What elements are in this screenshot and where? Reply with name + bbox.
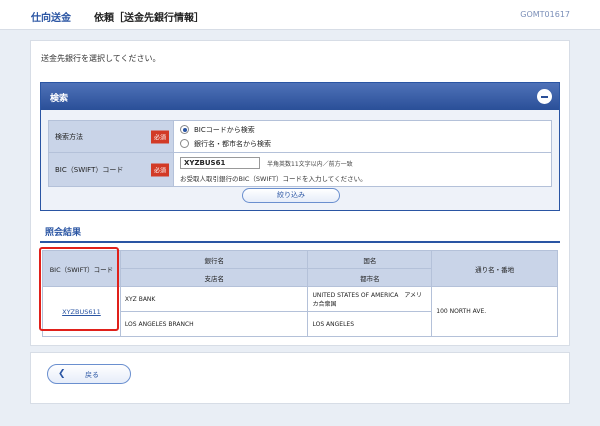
table-row: XYZBUS611 XYZ BANK UNITED STATES OF AMER… [42,286,558,337]
collapse-icon[interactable] [537,89,552,104]
screen-code: GOMT01617 [520,10,570,19]
radio-unselected-icon[interactable] [180,139,189,148]
search-title: 検索 [50,94,69,104]
page-header: 仕向送金 依頼［送金先銀行情報］ GOMT01617 [0,0,600,30]
cell-city: LOS ANGELES [307,311,433,337]
section-title: 仕向送金 [31,13,71,24]
chevron-left-icon: ❮ [58,369,66,379]
back-button-label: 戻る [85,371,99,379]
search-form: 検索方法 必須 BICコードから検索 銀行名・都市名から検索 BIC（SWIFT… [48,120,552,187]
required-badge: 必須 [150,130,169,143]
bic-code-input[interactable]: XYZBUS61 [180,157,260,169]
cell-bank-name: XYZ BANK [119,286,309,312]
results-title: 照会結果 [45,228,82,238]
radio-bank-city-search[interactable]: 銀行名・都市名から検索 [180,137,545,151]
required-badge: 必須 [150,163,169,176]
highlight-box [39,247,119,331]
bic-input-note: お受取人取引銀行のBIC（SWIFT）コードを入力してください。 [180,175,367,183]
back-button[interactable]: ❮ 戻る [47,364,131,384]
cell-country: UNITED STATES OF AMERICA アメリカ合衆国 [307,286,433,312]
narrow-down-button[interactable]: 絞り込み [242,188,340,203]
col-header-branch-name: 支店名 [119,268,309,287]
instruction-text: 送金先銀行を選択してください。 [41,54,161,63]
col-header-street: 通り名・番地 [431,250,558,287]
bic-input-hint: 半角英数11文字以内／前方一致 [267,160,353,168]
radio-selected-icon[interactable] [180,125,189,134]
col-header-city: 都市名 [307,268,433,287]
search-method-label: 検索方法 必須 [48,120,174,153]
radio-bic-search[interactable]: BICコードから検索 [180,123,545,137]
bottom-panel: ❮ 戻る [30,352,570,404]
col-header-country: 国名 [307,250,433,269]
cell-street: 100 NORTH AVE. [431,286,558,337]
col-header-bank-name: 銀行名 [119,250,309,269]
results-table: BIC（SWIFT）コード 銀行名 国名 通り名・番地 支店名 都市名 XYZB… [42,250,558,337]
page-title: 依頼［送金先銀行情報］ [94,13,204,24]
cell-branch-name: LOS ANGELES BRANCH [119,311,309,337]
results-divider [40,241,560,243]
bic-code-label: BIC（SWIFT）コード 必須 [48,152,174,187]
search-header[interactable]: 検索 [41,83,559,110]
